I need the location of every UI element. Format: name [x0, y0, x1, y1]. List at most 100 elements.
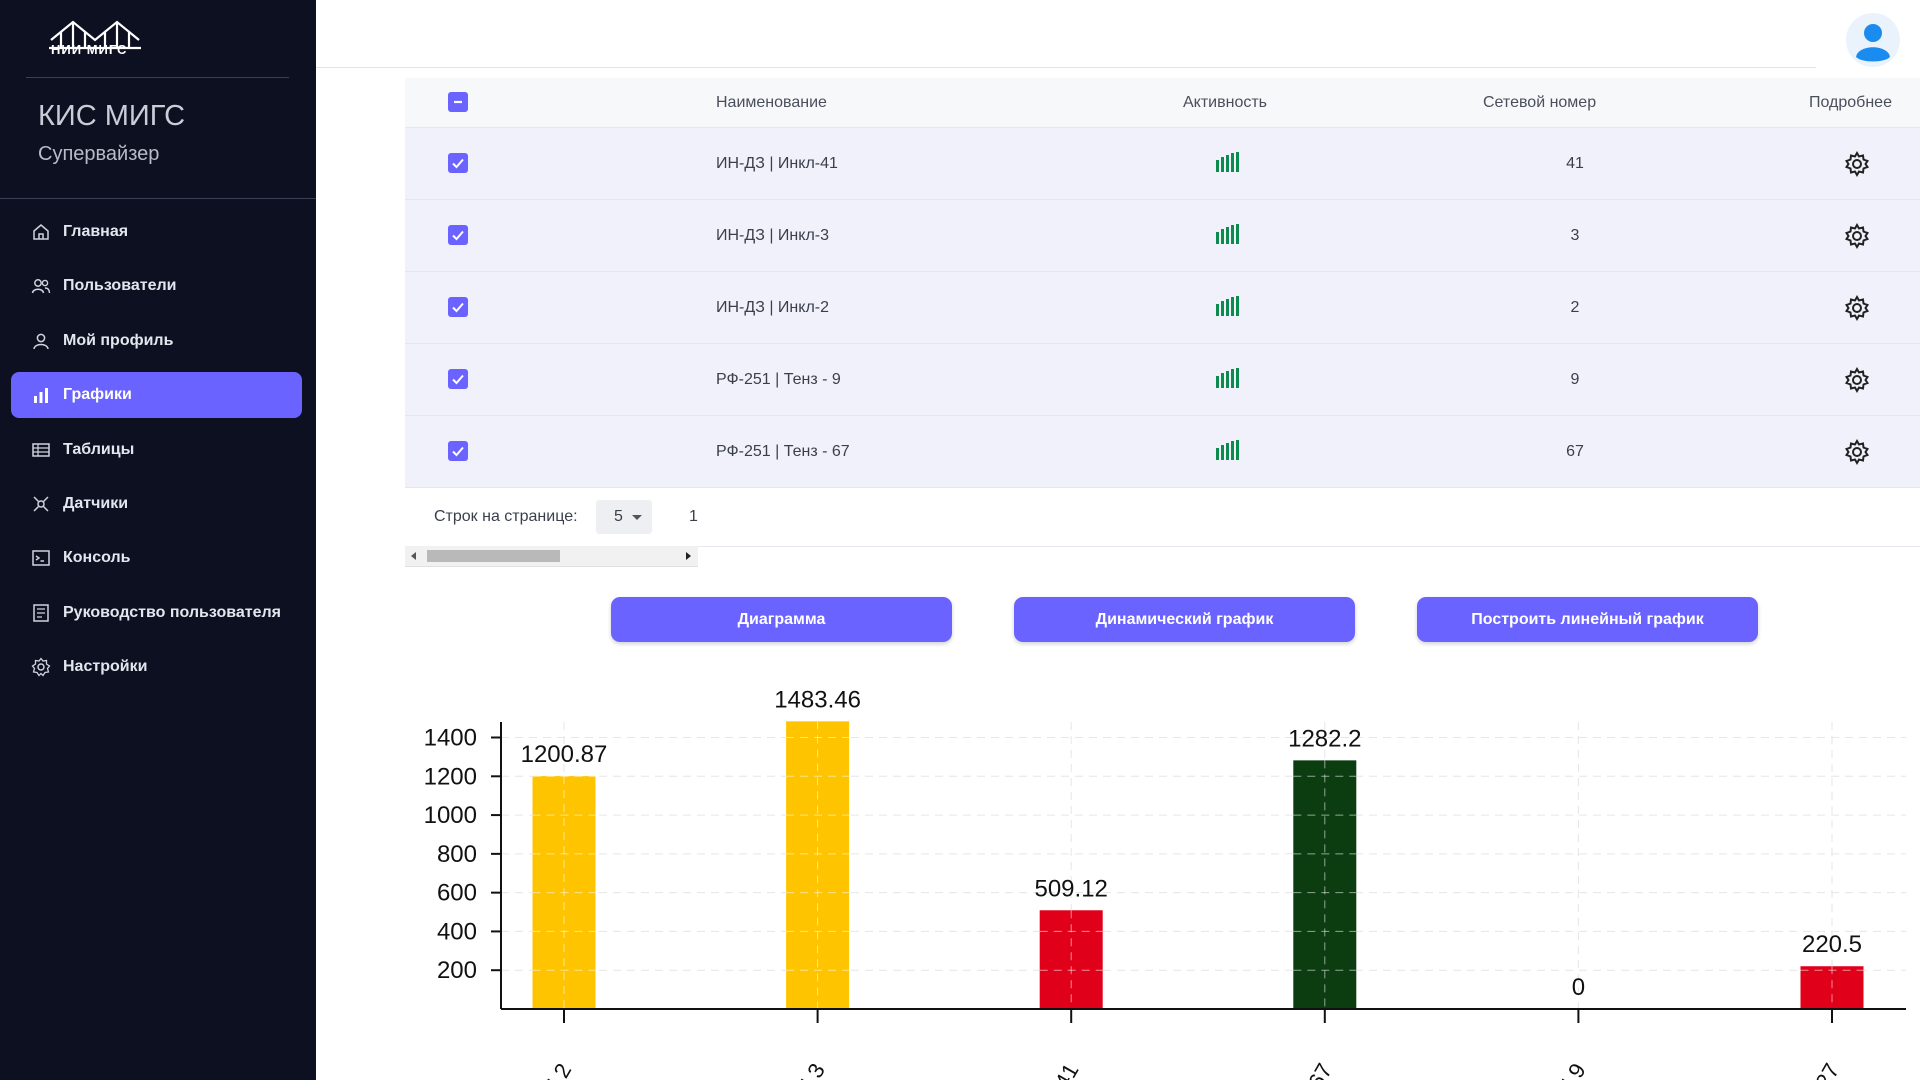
x-tick-label: 3 | 3 — [787, 1059, 830, 1080]
header-divider — [316, 67, 1816, 68]
bar-chart: 1200.87 1483.46 509.12 1282.2 0 220.5 200 400 60… — [316, 660, 1920, 1080]
row-net-number: 67 — [1566, 443, 1584, 460]
caret-down-icon — [632, 515, 642, 520]
table-row[interactable]: ИН-ДЗ | Инкл-3 3 — [405, 200, 1920, 272]
table-row[interactable]: РФ-251 | Тенз - 9 9 — [405, 344, 1920, 416]
horizontal-scrollbar[interactable] — [405, 546, 698, 567]
gear-icon[interactable] — [1844, 367, 1870, 393]
logo-text: НИИ МИГС — [51, 42, 128, 57]
sidebar-nav: Главная Пользователи Мой профиль Графики… — [11, 209, 302, 699]
sidebar-item-home[interactable]: Главная — [11, 209, 302, 255]
bar-chart-icon — [30, 384, 52, 406]
row-name: ИН-ДЗ | Инкл-41 — [716, 155, 838, 172]
signal-icon — [1216, 368, 1239, 388]
sidebar-item-label: Мой профиль — [63, 331, 174, 349]
user-role: Супервайзер — [38, 143, 160, 165]
y-tick-label: 200 — [437, 957, 477, 984]
table-header: Наименование Активность Сетевой номер По… — [405, 78, 1920, 128]
sidebar-item-users[interactable]: Пользователи — [11, 263, 302, 309]
check-icon — [452, 446, 464, 457]
sidebar-item-console[interactable]: Консоль — [11, 535, 302, 581]
gear-icon[interactable] — [1844, 295, 1870, 321]
gear-icon[interactable] — [1844, 151, 1870, 177]
page-range: 1 — [689, 508, 698, 525]
signal-icon — [1216, 440, 1239, 460]
bar-value-label: 220.5 — [1802, 931, 1862, 958]
scrollbar-thumb[interactable] — [427, 550, 560, 562]
row-checkbox[interactable] — [448, 153, 468, 173]
check-icon — [452, 158, 464, 169]
scroll-right-arrow-icon[interactable] — [686, 552, 691, 560]
scroll-left-arrow-icon[interactable] — [411, 552, 416, 560]
signal-icon — [1216, 152, 1239, 172]
users-icon — [30, 275, 52, 297]
minus-icon — [454, 100, 462, 104]
column-header-net-number[interactable]: Сетевой номер — [1483, 78, 1596, 127]
y-tick-label: 800 — [437, 841, 477, 868]
table-icon — [30, 439, 52, 461]
table-row[interactable]: ИН-ДЗ | Инкл-2 2 — [405, 272, 1920, 344]
sidebar-item-profile[interactable]: Мой профиль — [11, 318, 302, 364]
sidebar-item-label: Консоль — [63, 549, 131, 567]
sidebar-item-manual[interactable]: Руководство пользователя — [11, 590, 302, 636]
x-tick-label: | 27 — [1805, 1059, 1845, 1080]
sidebar-item-label: Датчики — [63, 494, 129, 512]
row-name: ИН-ДЗ | Инкл-3 — [716, 227, 830, 244]
sidebar-item-label: Графики — [63, 386, 132, 404]
row-name: ИН-ДЗ | Инкл-2 — [716, 299, 830, 316]
rows-per-page-select[interactable]: 5 — [596, 500, 652, 534]
sidebar-item-label: Пользователи — [63, 277, 177, 295]
y-tick-label: 1000 — [424, 802, 477, 829]
sidebar-item-tables[interactable]: Таблицы — [11, 427, 302, 473]
row-checkbox[interactable] — [448, 225, 468, 245]
row-net-number: 3 — [1570, 227, 1580, 244]
gear-icon[interactable] — [1844, 223, 1870, 249]
column-header-details[interactable]: Подробнее — [1809, 78, 1892, 127]
sidebar-item-settings[interactable]: Настройки — [11, 644, 302, 690]
diagram-button[interactable]: Диаграмма — [611, 597, 952, 642]
signal-icon — [1216, 296, 1239, 316]
sensor-icon — [30, 493, 52, 515]
column-header-activity[interactable]: Активность — [1183, 78, 1267, 127]
dynamic-chart-button[interactable]: Динамический график — [1014, 597, 1355, 642]
bar-value-label: 1282.2 — [1288, 725, 1361, 752]
y-tick-label: 400 — [437, 918, 477, 945]
user-avatar[interactable] — [1846, 13, 1900, 67]
home-icon — [30, 221, 52, 243]
select-all-checkbox[interactable] — [448, 92, 468, 112]
column-header-name[interactable]: Наименование — [716, 78, 827, 127]
sidebar-item-label: Таблицы — [63, 440, 135, 458]
check-icon — [452, 230, 464, 241]
gear-icon[interactable] — [1844, 439, 1870, 465]
sidebar-item-label: Главная — [63, 223, 129, 240]
app-title: КИС МИГС — [38, 100, 186, 132]
sidebar-item-sensors[interactable]: Датчики — [11, 481, 302, 527]
table-row[interactable]: ИН-ДЗ | Инкл-41 41 — [405, 128, 1920, 200]
row-checkbox[interactable] — [448, 297, 468, 317]
signal-icon — [1216, 224, 1239, 244]
divider — [0, 198, 316, 199]
y-tick-label: 600 — [437, 880, 477, 907]
build-line-chart-button[interactable]: Построить линейный график — [1417, 597, 1758, 642]
logo[interactable]: НИИ МИГС — [47, 18, 143, 62]
bar-value-label: 509.12 — [1034, 875, 1107, 902]
y-tick-label: 1400 — [424, 725, 477, 752]
x-tick-label: | 67 — [1297, 1059, 1337, 1080]
sidebar: НИИ МИГС КИС МИГС Супервайзер Главная По… — [0, 0, 316, 1080]
row-net-number: 2 — [1570, 299, 1580, 316]
check-icon — [452, 302, 464, 313]
row-name: РФ-251 | Тенз - 9 — [716, 371, 841, 388]
row-checkbox[interactable] — [448, 441, 468, 461]
bar-value-label: 1483.46 — [774, 686, 861, 713]
rows-per-page-label: Строк на странице: — [434, 508, 578, 525]
manual-icon — [30, 602, 52, 624]
table-pagination: Строк на странице: 5 1 — [405, 490, 1920, 547]
x-tick-label: | 9 — [1557, 1059, 1591, 1080]
table-row[interactable]: РФ-251 | Тенз - 67 67 — [405, 416, 1920, 488]
sidebar-item-charts[interactable]: Графики — [11, 372, 302, 419]
y-tick-label: 1200 — [424, 763, 477, 790]
console-icon — [30, 547, 52, 569]
settings-icon — [30, 656, 52, 678]
row-checkbox[interactable] — [448, 369, 468, 389]
sensors-table: Наименование Активность Сетевой номер По… — [405, 78, 1920, 568]
